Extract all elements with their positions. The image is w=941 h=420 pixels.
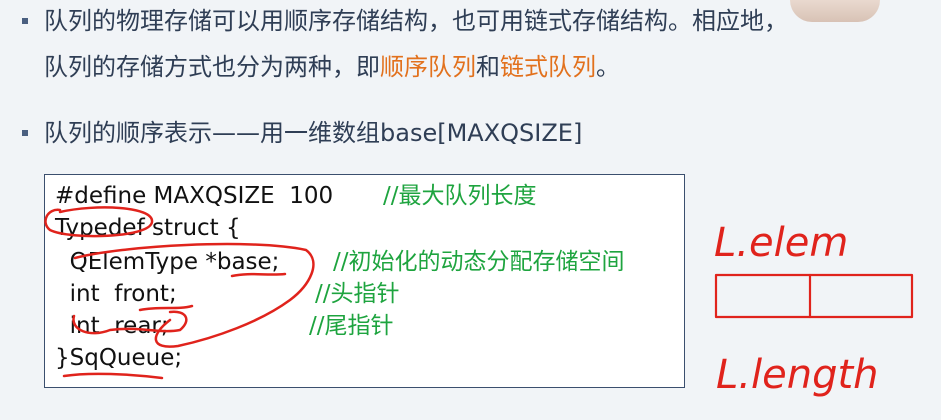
handwritten-l-elem: L.elem: [714, 220, 848, 266]
code-line-rear: int rear;: [55, 313, 169, 339]
presenter-camera: [790, 0, 880, 22]
code-comment-tail-pointer: //尾指针: [309, 313, 394, 339]
bullet-1-line-2-start: 队列的存储方式也分为两种，即: [44, 53, 380, 81]
bullet-1-and: 和: [476, 53, 500, 81]
handwritten-l-length: L.length: [716, 352, 879, 398]
bullet-2-text: 队列的顺序表示——用一维数组base[MAXQSIZE]: [44, 119, 583, 147]
code-line-base: QElemType *base;: [55, 249, 280, 275]
bullet-1-period: 。: [596, 53, 620, 81]
bullet-marker-2: [22, 130, 28, 136]
code-box: #define MAXQSIZE 100 //最大队列长度 Typedef st…: [44, 174, 685, 388]
bullet-1-line-2: 队列的存储方式也分为两种，即顺序队列和链式队列。: [44, 52, 620, 82]
highlight-linked-queue: 链式队列: [500, 53, 596, 81]
code-line-typedef: Typedef struct {: [55, 215, 241, 241]
code-line-define: #define MAXQSIZE 100: [55, 183, 334, 209]
code-comment-alloc: //初始化的动态分配存储空间: [333, 249, 625, 275]
bullet-1-line-1: 队列的物理存储可以用顺序存储结构，也可用链式存储结构。相应地，: [44, 7, 788, 35]
code-line-sqqueue: }SqQueue;: [55, 345, 183, 371]
code-comment-head-pointer: //头指针: [315, 281, 400, 307]
code-comment-max-length: //最大队列长度: [383, 183, 537, 209]
ink-two-cell-box: [714, 273, 914, 319]
highlight-sequential-queue: 顺序队列: [380, 53, 476, 81]
bullet-marker-1: [22, 18, 28, 24]
code-line-front: int front;: [55, 281, 177, 307]
